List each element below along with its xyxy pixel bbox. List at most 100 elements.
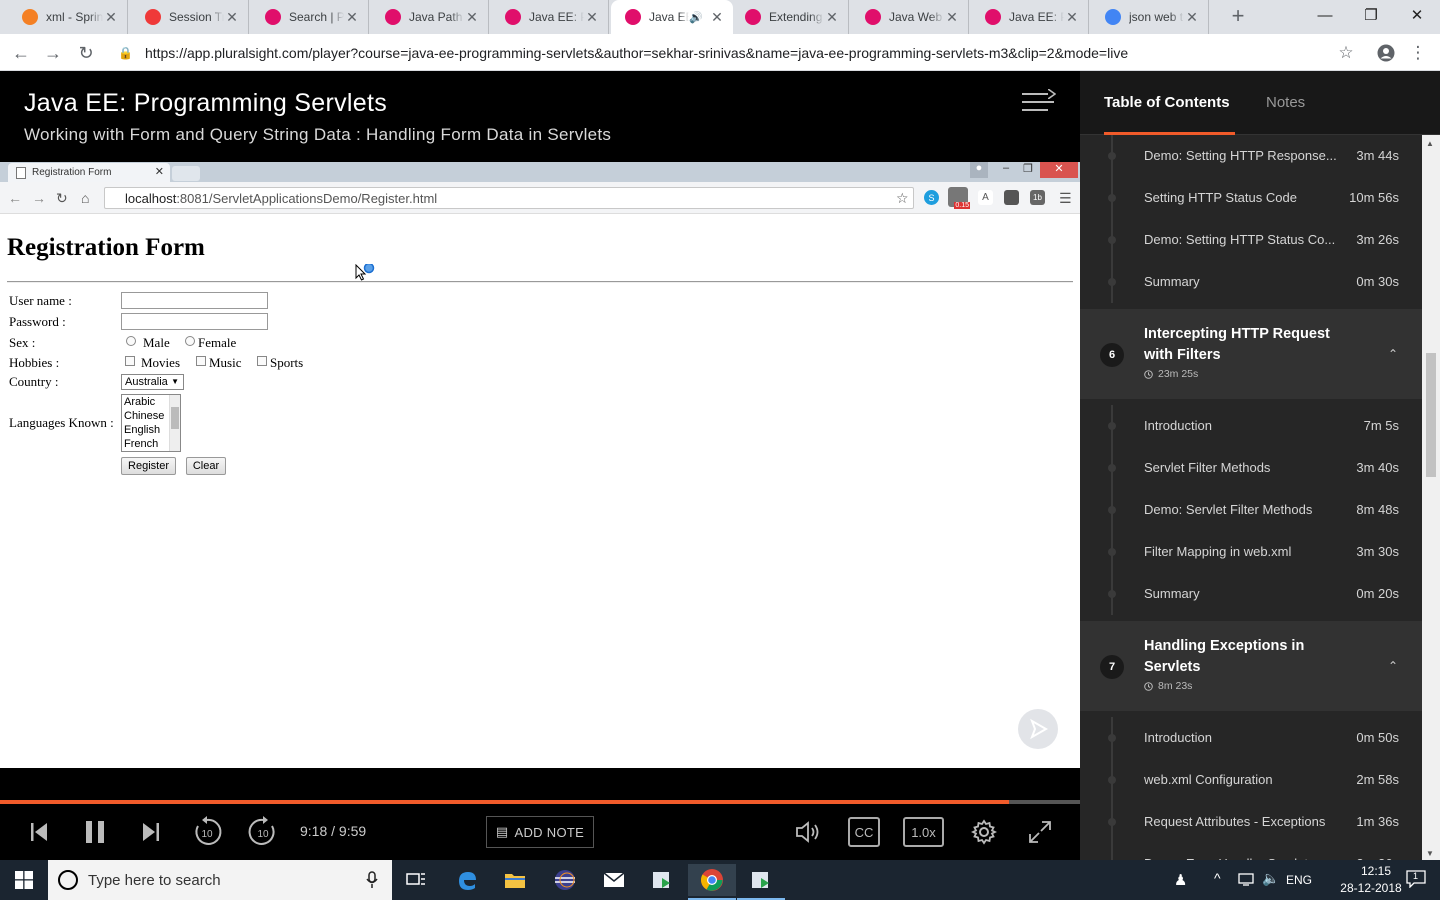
file-explorer-icon[interactable] bbox=[491, 864, 539, 896]
toc-clip-item[interactable]: Summary 0m 30s bbox=[1080, 261, 1422, 303]
chevron-up-icon[interactable]: ⌃ bbox=[1388, 659, 1398, 673]
restore-button[interactable]: ❐ bbox=[1348, 0, 1394, 30]
minimize-button[interactable]: — bbox=[1302, 0, 1348, 30]
toc-clip-item[interactable]: Servlet Filter Methods 3m 40s bbox=[1080, 447, 1422, 489]
browser-tab-title: Session Tracking bbox=[169, 10, 224, 24]
add-note-button[interactable]: ▤ ADD NOTE bbox=[486, 816, 594, 848]
close-tab-icon[interactable]: ✕ bbox=[1064, 9, 1080, 26]
browser-tab[interactable]: json web token✕ bbox=[1091, 0, 1209, 34]
close-tab-icon[interactable]: ✕ bbox=[103, 9, 119, 26]
audio-playing-icon[interactable]: 🔊 bbox=[689, 11, 703, 24]
volume-icon[interactable] bbox=[794, 816, 822, 848]
taskbar-search-box[interactable]: Type here to search bbox=[48, 860, 392, 900]
fullscreen-icon[interactable] bbox=[1026, 816, 1054, 848]
browser-tab[interactable]: Session Tracking✕ bbox=[131, 0, 249, 34]
reload-icon[interactable]: ↻ bbox=[73, 40, 99, 66]
tab-notes[interactable]: Notes bbox=[1266, 94, 1305, 111]
chevron-up-icon[interactable]: ⌃ bbox=[1388, 347, 1398, 361]
toc-module-header[interactable]: 6 Intercepting HTTP Request with Filters 2… bbox=[1080, 309, 1422, 399]
skype-icon: S bbox=[924, 190, 939, 205]
next-clip-icon[interactable] bbox=[138, 816, 164, 848]
toc-clip-item[interactable]: Demo: Error Handler Servlet2m 26s bbox=[1080, 843, 1422, 860]
browser-tab[interactable]: xml - Spring✕ bbox=[8, 0, 128, 34]
rewind-seconds: 10 bbox=[201, 829, 213, 840]
rewind-10-icon[interactable]: 10 bbox=[190, 816, 224, 848]
toc-clip-item[interactable]: Introduction 7m 5s bbox=[1080, 405, 1422, 447]
address-bar[interactable]: 🔒 https://app.pluralsight.com/player?cou… bbox=[110, 38, 1370, 67]
network-icon[interactable] bbox=[1238, 872, 1254, 889]
video-frame[interactable]: Registration Form ✕ ● – ❐ ✕ ← → ↻ ⌂ loca… bbox=[0, 162, 1080, 768]
close-tab-icon[interactable]: ✕ bbox=[464, 9, 480, 26]
scroll-down-icon[interactable]: ▼ bbox=[1426, 849, 1434, 858]
browser-tab[interactable]: Extending ✕ bbox=[731, 0, 849, 34]
speaker-icon[interactable]: 🔈 bbox=[1262, 870, 1279, 887]
toc-clip-item[interactable]: Request Attributes - Exceptions 1m 36s bbox=[1080, 801, 1422, 843]
new-tab-button[interactable]: + bbox=[1226, 5, 1250, 29]
close-tab-icon[interactable]: ✕ bbox=[344, 9, 360, 26]
registration-page: Registration Form User name : Password :… bbox=[0, 214, 1080, 768]
clock-icon bbox=[1144, 681, 1153, 691]
close-tab-icon[interactable]: ✕ bbox=[709, 9, 725, 26]
pluralsight-icon bbox=[385, 9, 401, 25]
toc-module-header[interactable]: 7 Handling Exceptions in Servlets 8m 23s ⌃ bbox=[1080, 621, 1422, 711]
clock-date[interactable]: 28-12-2018 bbox=[1336, 881, 1406, 895]
pluralsight-icon bbox=[625, 9, 641, 25]
toc-clip-item[interactable]: Filter Mapping in web.xml 3m 30s bbox=[1080, 531, 1422, 573]
bookmark-star-icon[interactable]: ☆ bbox=[1334, 41, 1358, 65]
captions-button[interactable]: CC bbox=[848, 817, 880, 847]
module-duration-row: 23m 25s bbox=[1144, 368, 1198, 380]
browser-tab[interactable]: Java EE: Programming✕ bbox=[491, 0, 609, 34]
edge-browser-icon[interactable] bbox=[443, 864, 491, 896]
mail-icon[interactable] bbox=[590, 864, 638, 896]
media-player-2-icon[interactable] bbox=[737, 864, 785, 900]
playback-speed-button[interactable]: 1.0x bbox=[903, 817, 944, 847]
chrome-menu-icon[interactable]: ⋮ bbox=[1406, 41, 1430, 65]
eclipse-icon[interactable] bbox=[541, 864, 589, 896]
toc-clip-item[interactable]: Summary 0m 20s bbox=[1080, 573, 1422, 615]
browser-tab[interactable]: Java EE: Programming✕ bbox=[971, 0, 1089, 34]
media-player-icon[interactable] bbox=[638, 864, 686, 896]
settings-gear-icon[interactable] bbox=[969, 816, 999, 848]
timeline-dot bbox=[1108, 236, 1116, 244]
browser-tab[interactable]: Java EE 🔊 ✕ bbox=[611, 0, 733, 34]
browser-tab[interactable]: Java Web Fundamentals✕ bbox=[851, 0, 969, 34]
sidebar-scrollbar[interactable]: ▲ ▼ bbox=[1422, 135, 1440, 860]
profile-icon[interactable] bbox=[1374, 41, 1398, 65]
back-icon[interactable]: ← bbox=[8, 40, 34, 66]
sidebar-toggle-icon[interactable] bbox=[1022, 89, 1056, 117]
toc-clip-item[interactable]: web.xml Configuration 2m 58s bbox=[1080, 759, 1422, 801]
close-tab-icon[interactable]: ✕ bbox=[224, 9, 240, 26]
toc-clip-item[interactable]: Setting HTTP Status Code 10m 56s bbox=[1080, 177, 1422, 219]
sex-label: Sex : bbox=[9, 335, 36, 350]
previous-clip-icon[interactable] bbox=[26, 816, 52, 848]
close-tab-icon[interactable]: ✕ bbox=[1184, 9, 1200, 26]
task-view-icon[interactable] bbox=[392, 864, 440, 896]
forward-10-icon[interactable]: 10 bbox=[246, 816, 280, 848]
sports-label: Sports bbox=[270, 355, 304, 370]
scroll-up-icon[interactable]: ▲ bbox=[1426, 139, 1434, 148]
sidebar-scroll-thumb[interactable] bbox=[1426, 353, 1436, 477]
chrome-taskbar-icon[interactable] bbox=[688, 864, 736, 900]
windows-start-icon[interactable] bbox=[0, 864, 48, 896]
clock-time[interactable]: 12:15 bbox=[1346, 864, 1406, 878]
pause-icon[interactable] bbox=[80, 816, 110, 848]
close-tab-icon[interactable]: ✕ bbox=[584, 9, 600, 26]
forward-icon[interactable]: → bbox=[40, 40, 66, 66]
tray-chevron-icon[interactable]: ^ bbox=[1214, 870, 1221, 886]
action-center-icon[interactable]: 1 bbox=[1406, 870, 1426, 889]
close-tab-icon[interactable]: ✕ bbox=[824, 9, 840, 26]
browser-tab[interactable]: Search | Pluralsight✕ bbox=[251, 0, 369, 34]
people-icon[interactable]: ♟ bbox=[1174, 871, 1187, 889]
toc-clip-item[interactable]: Introduction 0m 50s bbox=[1080, 717, 1422, 759]
toc-clip-item[interactable]: Demo: Servlet Filter Methods 8m 48s bbox=[1080, 489, 1422, 531]
close-tab-icon[interactable]: ✕ bbox=[944, 9, 960, 26]
browser-tab[interactable]: Java Path | Pluralsight✕ bbox=[371, 0, 489, 34]
close-window-button[interactable]: ✕ bbox=[1394, 0, 1440, 30]
toc-clip-item[interactable]: Demo: Setting HTTP Response... 3m 44s bbox=[1080, 135, 1422, 177]
male-radio bbox=[126, 336, 136, 346]
toc-clip-item[interactable]: Demo: Setting HTTP Status Co... 3m 26s bbox=[1080, 219, 1422, 261]
language-indicator[interactable]: ENG bbox=[1286, 873, 1312, 887]
microphone-icon[interactable] bbox=[366, 871, 378, 893]
tab-table-of-contents[interactable]: Table of Contents bbox=[1104, 94, 1230, 111]
play-overlay-icon[interactable] bbox=[1018, 709, 1058, 749]
